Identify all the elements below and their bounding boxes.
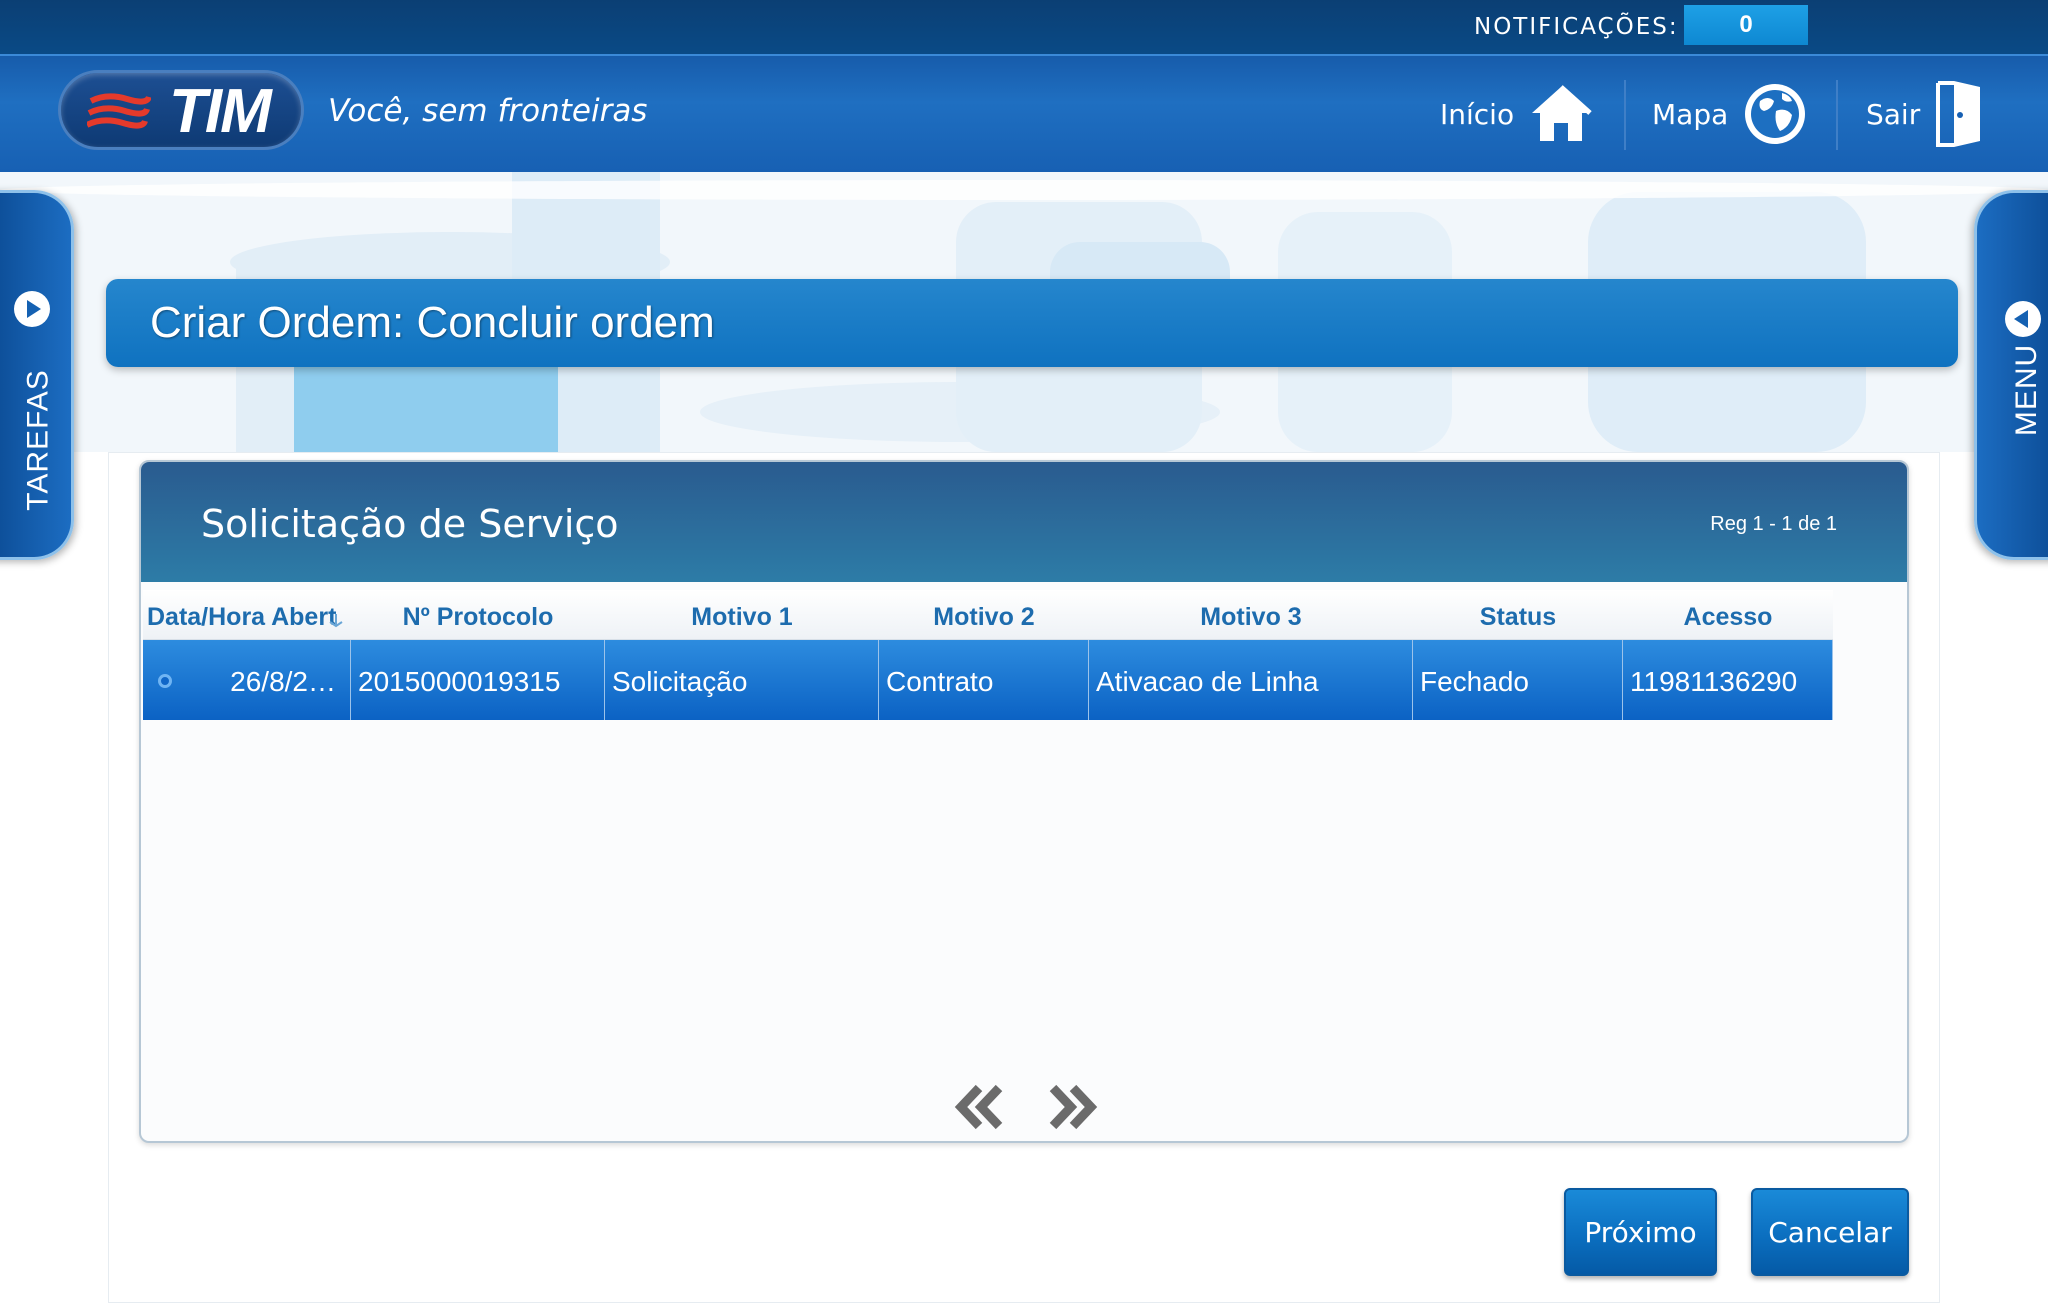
notifications-label: NOTIFICAÇÕES: [1474,14,1679,40]
nav-separator [1624,80,1626,150]
notification-bar: NOTIFICAÇÕES: 0 [0,0,2048,54]
exit-door-icon [1936,81,1981,147]
nav-home[interactable]: Início [1440,76,1594,152]
cell-motivo1: Solicitação [605,640,879,720]
nav-map[interactable]: Mapa [1652,76,1808,152]
cell-datetime: 26/8/2… [143,640,351,720]
tasks-side-tab[interactable]: TAREFAS [0,190,74,560]
logo-text: TIM [169,77,272,146]
record-count: Reg 1 - 1 de 1 [1710,513,1837,535]
column-header-protocol[interactable]: Nº Protocolo [351,590,605,640]
nav-map-label: Mapa [1652,97,1729,131]
menu-side-tab[interactable]: MENU [1974,190,2048,560]
cell-status: Fechado [1413,640,1623,720]
page-title: Criar Ordem: Concluir ordem [150,298,715,347]
cell-protocol: 2015000019315 [351,640,605,720]
app-header: TIM Você, sem fronteiras Início Mapa Sai… [0,54,2048,172]
cell-motivo2: Contrato [879,640,1089,720]
column-header-motivo2[interactable]: Motivo 2 [879,590,1089,640]
previous-page-icon[interactable] [951,1082,1007,1132]
column-header-status[interactable]: Status [1413,590,1623,640]
next-page-icon[interactable] [1045,1082,1101,1132]
tagline: Você, sem fronteiras [328,93,648,129]
nav-home-label: Início [1440,97,1515,131]
tasks-side-label: TAREFAS [21,369,55,511]
cancel-button[interactable]: Cancelar [1751,1188,1909,1276]
tim-waves-icon [87,93,151,129]
next-button[interactable]: Próximo [1564,1188,1717,1276]
column-header-acesso[interactable]: Acesso [1623,590,1833,640]
card-title: Solicitação de Serviço [201,502,619,546]
table-row[interactable]: 26/8/2… 2015000019315 Solicitação Contra… [143,640,1833,720]
nav-exit-label: Sair [1866,97,1921,131]
sort-arrow-icon [329,614,343,628]
service-request-card: Solicitação de Serviço Reg 1 - 1 de 1 Da… [139,460,1909,1143]
globe-icon [1745,84,1806,144]
menu-side-label: MENU [2010,343,2044,437]
column-header-motivo1[interactable]: Motivo 1 [605,590,879,640]
cell-acesso: 11981136290 [1623,640,1833,720]
nav-separator [1836,80,1838,150]
back-circle-icon [2005,301,2041,337]
home-icon [1532,85,1592,141]
tim-logo: TIM [58,70,304,150]
play-circle-icon [14,291,50,327]
table-header: Data/Hora Abert Nº Protocolo Motivo 1 Mo… [143,590,1833,640]
cell-motivo3: Ativacao de Linha [1089,640,1413,720]
column-header-motivo3[interactable]: Motivo 3 [1089,590,1413,640]
notifications-count-badge[interactable]: 0 [1684,5,1808,45]
card-header: Solicitação de Serviço Reg 1 - 1 de 1 [141,462,1907,582]
column-header-datetime[interactable]: Data/Hora Abert [143,590,351,640]
nav-exit[interactable]: Sair [1866,76,1984,152]
page-title-bar: Criar Ordem: Concluir ordem [106,279,1958,367]
